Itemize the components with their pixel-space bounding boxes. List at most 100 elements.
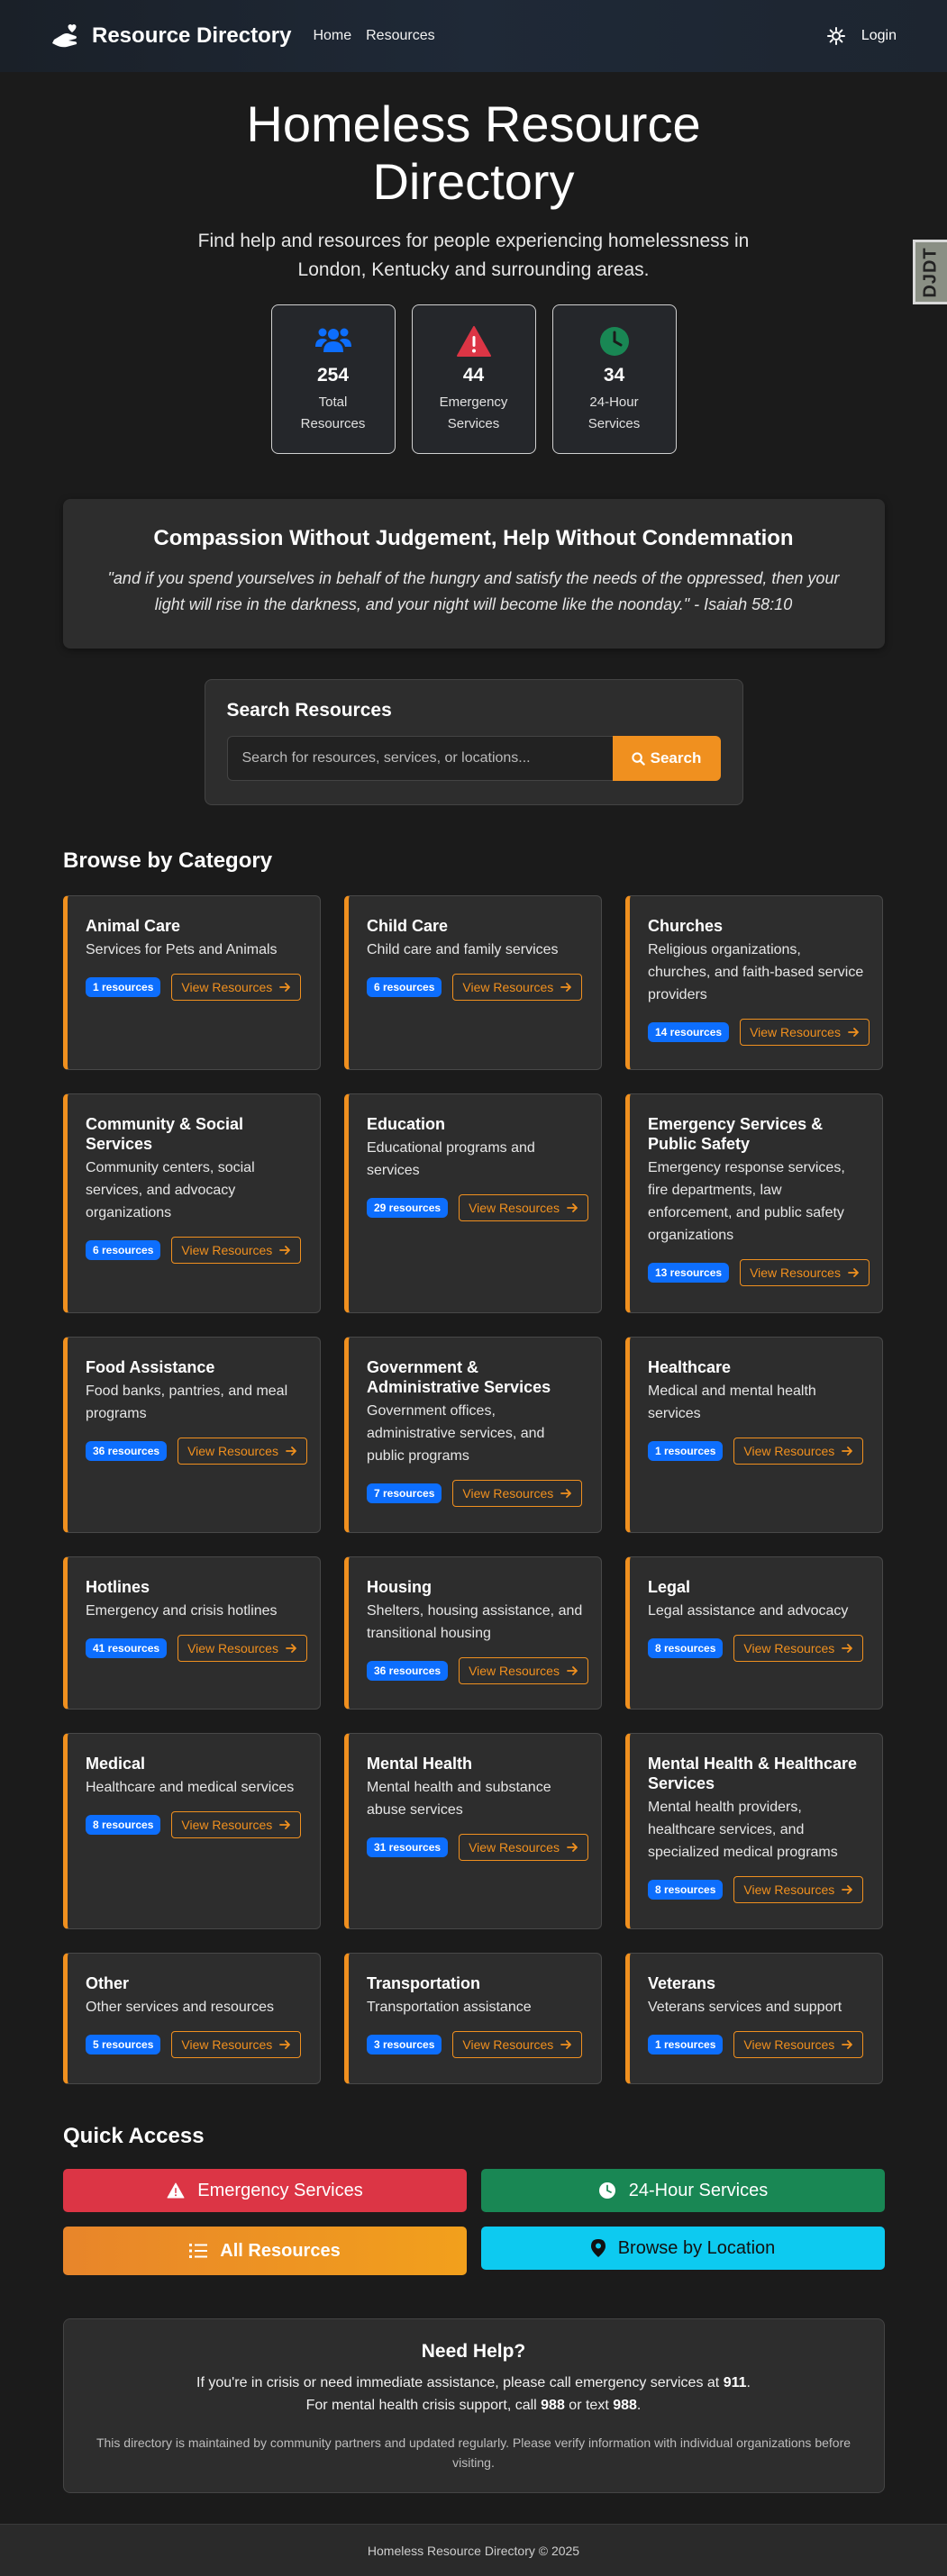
category-description: Mental health and substance abuse servic… [367,1780,551,1818]
resource-count-badge: 8 resources [648,1638,724,1658]
category-card: Medical Healthcare and medical services 8 … [63,1733,321,1929]
category-card: Animal Care Services for Pets and Animals… [63,895,321,1070]
stat-value: 44 [462,365,485,385]
view-resources-button[interactable]: View Resources [452,974,583,1001]
category-title: Housing [367,1578,432,1596]
view-resources-label: View Resources [462,2037,554,2052]
search-button[interactable]: Search [612,736,721,781]
warning-icon [167,2182,185,2199]
clock-icon [598,2182,615,2199]
help-mental-health-line: For mental health crisis support, call 9… [91,2394,857,2417]
emergency-services-button[interactable]: Emergency Services [63,2169,467,2212]
view-resources-button[interactable]: View Resources [452,2031,583,2058]
stat-label: Total Resources [300,395,366,431]
category-card: Food Assistance Food banks, pantries, and… [63,1337,321,1533]
view-resources-button[interactable]: View Resources [733,1876,864,1903]
category-footer: 6 resources View Resources [367,974,583,1001]
category-title: Churches [648,917,724,935]
category-title: Medical [86,1755,146,1773]
arrow-right-icon [567,1203,578,1212]
theme-toggle-icon[interactable] [826,27,845,45]
view-resources-button[interactable]: View Resources [171,974,302,1001]
category-description: Religious organizations, churches, and f… [648,942,864,1002]
view-resources-button[interactable]: View Resources [740,1019,870,1046]
category-description: Child care and family services [367,942,559,957]
category-description: Shelters, housing assistance, and transi… [367,1603,583,1641]
category-title: Emergency Services & Public Safety [648,1115,824,1153]
category-title: Hotlines [86,1578,150,1596]
search-card: Search Resources Search [204,679,743,805]
view-resources-button[interactable]: View Resources [178,1635,307,1662]
nav-link-home[interactable]: Home [313,28,351,44]
24-hour-services-button[interactable]: 24-Hour Services [481,2169,885,2212]
view-resources-button[interactable]: View Resources [733,1438,864,1465]
category-card: Other Other services and resources 5 resou… [63,1953,321,2084]
quote-text: "and if you spend yourselves in behalf o… [107,569,840,613]
resource-count-badge: 7 resources [367,1483,442,1503]
view-resources-label: View Resources [469,1201,560,1215]
brand-link[interactable]: Resource Directory [50,23,291,49]
arrow-right-icon [286,1644,296,1653]
search-input[interactable] [226,736,613,781]
category-footer: 8 resources View Resources [648,1876,864,1903]
category-footer: 1 resources View Resources [86,974,302,1001]
arrow-right-icon [279,983,291,992]
resource-count-badge: 36 resources [86,1441,168,1461]
view-resources-label: View Resources [462,1486,554,1501]
search-button-label: Search [650,749,702,766]
view-resources-button[interactable]: View Resources [733,1635,864,1662]
stat-24-hour-services: 34 24-Hour Services [551,304,677,454]
view-resources-button[interactable]: View Resources [733,2031,864,2058]
browse-by-location-label: Browse by Location [617,2237,776,2258]
map-pin-icon [590,2239,606,2257]
view-resources-button[interactable]: View Resources [459,1657,588,1684]
category-description: Food banks, pantries, and meal programs [86,1383,288,1421]
view-resources-label: View Resources [181,1818,273,1832]
debug-toolbar-label: DJDT [921,246,942,298]
view-resources-button[interactable]: View Resources [459,1834,588,1861]
view-resources-button[interactable]: View Resources [171,2031,302,2058]
24-hour-services-label: 24-Hour Services [628,2180,769,2200]
debug-toolbar-handle[interactable]: DJDT [913,240,947,304]
view-resources-button[interactable]: View Resources [459,1194,588,1221]
category-card: Healthcare Medical and mental health serv… [625,1337,883,1533]
hand-holding-heart-icon [52,24,77,48]
category-title: Government & Administrative Services [367,1358,551,1396]
stat-emergency-services: 44 Emergency Services [411,304,536,454]
page-title: Homeless Resource Directory [246,95,701,210]
emergency-services-label: Emergency Services [197,2180,363,2200]
help-text: If you're in crisis or need immediate as… [196,2375,724,2390]
view-resources-button[interactable]: View Resources [178,1438,307,1465]
category-footer: 5 resources View Resources [86,2031,302,2058]
view-resources-label: View Resources [187,1641,278,1655]
arrow-right-icon [842,1447,853,1456]
arrow-right-icon [560,983,572,992]
browse-by-location-button[interactable]: Browse by Location [481,2227,885,2270]
view-resources-button[interactable]: View Resources [452,1480,583,1507]
arrow-right-icon [560,1489,572,1498]
hero-lead: Find help and resources for people exper… [197,231,750,280]
category-footer: 13 resources View Resources [648,1259,870,1286]
category-footer: 7 resources View Resources [367,1480,583,1507]
view-resources-button[interactable]: View Resources [171,1811,302,1838]
category-title: Mental Health [367,1755,473,1773]
category-title: Child Care [367,917,449,935]
resource-count-badge: 1 resources [648,2035,724,2054]
category-footer: 36 resources View Resources [86,1438,307,1465]
category-description: Mental health providers, healthcare serv… [648,1800,838,1860]
category-card: Child Care Child care and family services… [344,895,602,1070]
category-card: Hotlines Emergency and crisis hotlines 41 … [63,1556,321,1710]
category-title: Animal Care [86,917,181,935]
view-resources-button[interactable]: View Resources [740,1259,870,1286]
category-footer: 29 resources View Resources [367,1194,588,1221]
view-resources-button[interactable]: View Resources [171,1237,302,1264]
category-card: Government & Administrative Services Gove… [344,1337,602,1533]
login-link[interactable]: Login [861,28,897,44]
all-resources-button[interactable]: All Resources [63,2227,467,2275]
help-text: For mental health crisis support, call [305,2398,542,2413]
nav-link-resources[interactable]: Resources [366,28,434,44]
resource-count-badge: 5 resources [86,2035,161,2054]
list-icon [189,2244,208,2258]
arrow-right-icon [279,1246,291,1255]
search-row: Search [226,736,721,781]
